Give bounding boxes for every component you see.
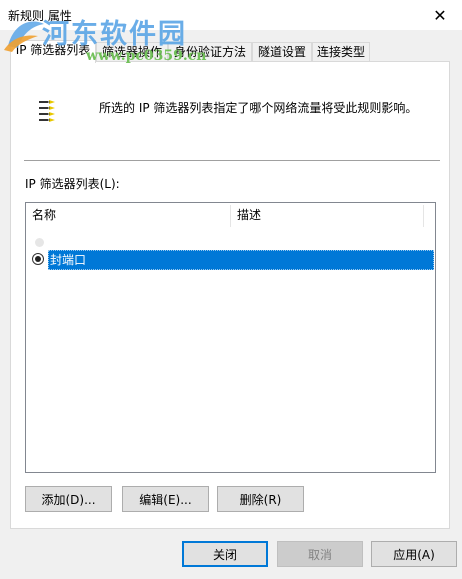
radio-dot-icon bbox=[35, 256, 41, 262]
table-row[interactable]: 封端口 bbox=[48, 250, 434, 270]
description-text: 所选的 IP 筛选器列表指定了哪个网络流量将受此规则影响。 bbox=[99, 101, 418, 115]
tab-panel: 所选的 IP 筛选器列表指定了哪个网络流量将受此规则影响。 IP 筛选器列表(L… bbox=[10, 61, 450, 529]
ip-filter-list-label: IP 筛选器列表(L): bbox=[25, 177, 120, 191]
ip-filter-list-icon bbox=[39, 100, 55, 122]
close-icon[interactable]: ✕ bbox=[418, 0, 462, 30]
ip-filter-listview[interactable]: 名称 描述 封端口 bbox=[25, 202, 436, 473]
tab-tunnel-settings[interactable]: 隧道设置 bbox=[252, 42, 312, 62]
close-button[interactable]: 关闭 bbox=[182, 541, 268, 567]
add-button[interactable]: 添加(D)... bbox=[25, 486, 112, 512]
tab-connection-type[interactable]: 连接类型 bbox=[312, 42, 370, 62]
delete-button[interactable]: 删除(R) bbox=[217, 486, 304, 512]
column-divider[interactable] bbox=[423, 205, 424, 227]
apply-button[interactable]: 应用(A) bbox=[371, 541, 457, 567]
column-header-name[interactable]: 名称 bbox=[26, 203, 230, 228]
tab-authentication-methods[interactable]: 身份验证方法 bbox=[168, 42, 252, 62]
row-name: 封端口 bbox=[50, 253, 87, 267]
ghost-radio-icon bbox=[35, 238, 44, 247]
tab-ip-filter-list[interactable]: IP 筛选器列表 bbox=[10, 40, 96, 63]
column-header-description[interactable]: 描述 bbox=[231, 203, 423, 228]
row-radio-button[interactable] bbox=[32, 253, 44, 265]
separator bbox=[24, 160, 440, 161]
edit-button[interactable]: 编辑(E)... bbox=[122, 486, 209, 512]
cancel-button[interactable]: 取消 bbox=[277, 541, 363, 567]
window-title: 新规则 属性 bbox=[8, 9, 72, 23]
title-bar: 新规则 属性 ✕ bbox=[0, 0, 462, 30]
tab-filter-action[interactable]: 筛选器操作 bbox=[96, 42, 168, 62]
